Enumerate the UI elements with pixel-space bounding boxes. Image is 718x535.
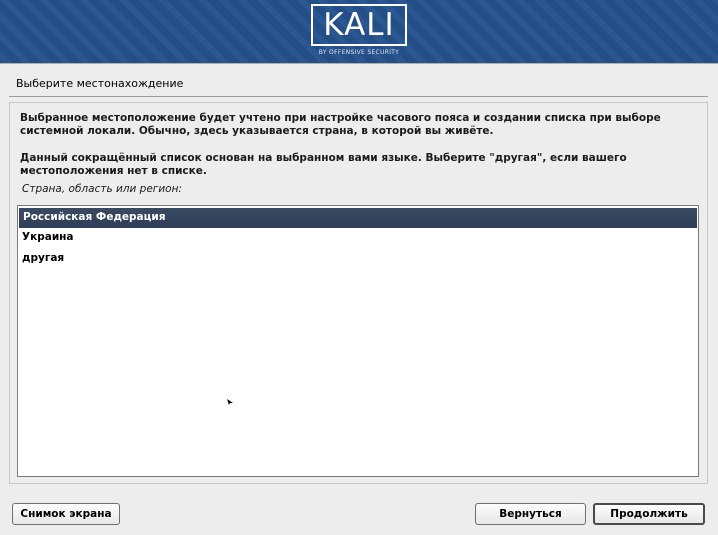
description-timezone: Выбранное местоположение будет учтено пр… bbox=[20, 112, 661, 137]
continue-button[interactable]: Продолжить bbox=[593, 503, 705, 525]
list-item-russia[interactable]: Российская Федерация bbox=[19, 208, 697, 228]
mouse-pointer-icon bbox=[227, 399, 233, 405]
kali-logo: KALI BY OFFENSIVE SECURITY bbox=[310, 4, 408, 58]
back-button[interactable]: Вернуться bbox=[475, 503, 586, 525]
title-divider bbox=[9, 96, 708, 97]
installer-window: KALI BY OFFENSIVE SECURITY Выберите мест… bbox=[0, 0, 718, 535]
location-listbox[interactable]: Российская Федерация Украина другая bbox=[17, 205, 699, 477]
list-item-other[interactable]: другая bbox=[18, 249, 698, 270]
page-title: Выберите местонахождение bbox=[16, 77, 184, 90]
screenshot-button[interactable]: Снимок экрана bbox=[12, 503, 120, 525]
banner-divider bbox=[0, 63, 718, 64]
description-short-list: Данный сокращённый список основан на выб… bbox=[20, 152, 627, 177]
kali-logo-text: KALI bbox=[311, 4, 407, 46]
list-label: Страна, область или регион: bbox=[22, 183, 182, 195]
list-item-ukraine[interactable]: Украина bbox=[18, 228, 698, 249]
header-banner: KALI BY OFFENSIVE SECURITY bbox=[0, 0, 718, 63]
kali-logo-subtitle: BY OFFENSIVE SECURITY bbox=[318, 49, 400, 56]
